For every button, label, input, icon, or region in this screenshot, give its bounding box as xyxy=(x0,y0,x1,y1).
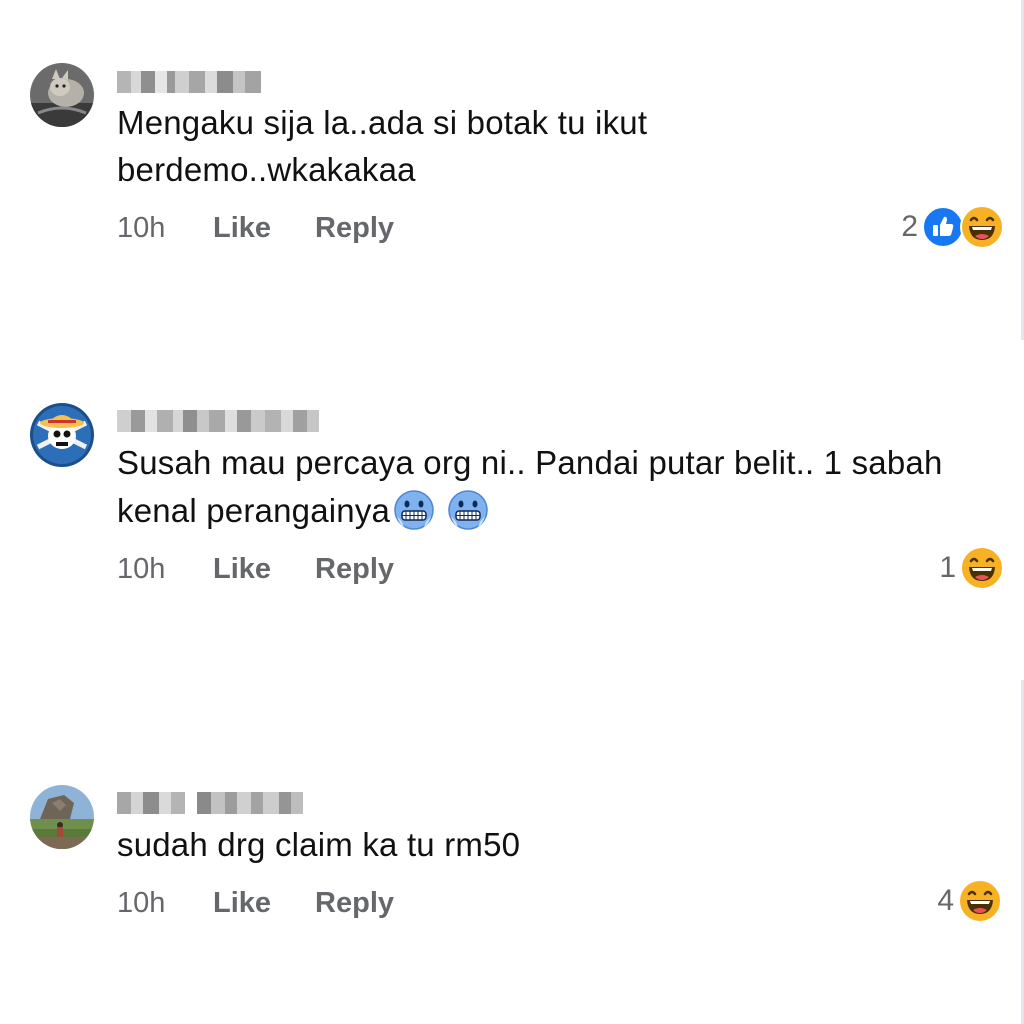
author-name-redacted[interactable] xyxy=(117,790,303,816)
reaction-summary[interactable]: 4 xyxy=(937,879,1002,923)
comment-actions: 10h Like Reply xyxy=(117,887,438,920)
laugh-emoji-icon xyxy=(958,879,1002,923)
avatar[interactable] xyxy=(30,785,94,849)
like-button[interactable]: Like xyxy=(213,887,271,920)
landscape-photo-avatar-icon xyxy=(30,785,94,849)
reaction-count: 4 xyxy=(937,884,954,917)
reply-button[interactable]: Reply xyxy=(315,887,394,920)
comment-item: sudah drg claim ka tu rm50 10h Like Repl… xyxy=(0,0,1024,960)
timestamp[interactable]: 10h xyxy=(117,887,213,920)
comment-text-line: sudah drg claim ka tu rm50 xyxy=(117,826,521,863)
